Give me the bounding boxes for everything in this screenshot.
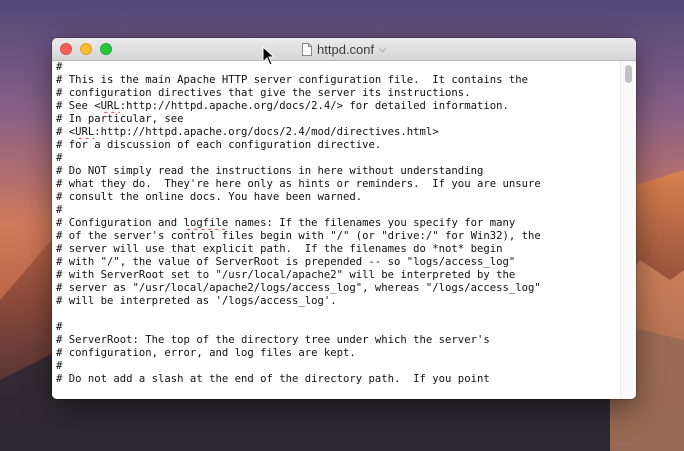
text-line: # server will use that explicit path. If… — [56, 243, 503, 255]
text-line: # See <URL:http://httpd.apache.org/docs/… — [56, 100, 509, 112]
text-line: # — [56, 61, 63, 73]
text-line: # In particular, see — [56, 113, 184, 125]
window-title: httpd.conf — [317, 41, 375, 57]
spellcheck-word: URL — [100, 100, 120, 112]
text-line: # configuration directives that give the… — [56, 87, 471, 99]
spellcheck-word: logfile — [183, 217, 229, 229]
text-line: # ServerRoot: The top of the directory t… — [56, 334, 490, 346]
document-icon — [302, 42, 313, 56]
text-line: # Do NOT simply read the instructions in… — [56, 165, 484, 177]
chevron-down-icon[interactable]: ⌵ — [379, 44, 386, 55]
text-line: # — [56, 152, 63, 164]
text-line: # with ServerRoot set to "/usr/local/apa… — [56, 269, 516, 281]
text-editor-window: httpd.conf ⌵ # # This is the main Apache … — [52, 38, 636, 399]
scroll-thumb[interactable] — [625, 65, 632, 83]
text-line: # configuration, error, and log files ar… — [56, 347, 356, 359]
text-line: # what they do. They're here only as hin… — [56, 178, 541, 190]
text-area[interactable]: # # This is the main Apache HTTP server c… — [56, 61, 620, 399]
text-line: # consult the online docs. You have been… — [56, 191, 363, 203]
mouse-pointer-icon — [262, 46, 276, 66]
text-line: # will be interpreted as '/logs/access_l… — [56, 295, 337, 307]
text-line: # <URL:http://httpd.apache.org/docs/2.4/… — [56, 126, 439, 138]
window-title-group[interactable]: httpd.conf ⌵ — [52, 38, 636, 60]
text-line: # — [56, 360, 63, 372]
text-line: # — [56, 204, 63, 216]
text-line: # — [56, 321, 63, 333]
text-line: # for a discussion of each configuration… — [56, 139, 382, 151]
editor-content[interactable]: # # This is the main Apache HTTP server c… — [52, 61, 636, 399]
spellcheck-word: URL — [75, 126, 95, 138]
text-line: # of the server's control files begin wi… — [56, 230, 541, 242]
text-line — [56, 308, 620, 321]
text-line: # with "/", the value of ServerRoot is p… — [56, 256, 516, 268]
vertical-scrollbar[interactable] — [620, 61, 636, 399]
text-line: # Configuration and logfile names: If th… — [56, 217, 516, 229]
text-line: # Do not add a slash at the end of the d… — [56, 373, 490, 385]
text-line: # server as "/usr/local/apache2/logs/acc… — [56, 282, 541, 294]
text-line: # This is the main Apache HTTP server co… — [56, 74, 528, 86]
title-bar[interactable]: httpd.conf ⌵ — [52, 38, 636, 61]
